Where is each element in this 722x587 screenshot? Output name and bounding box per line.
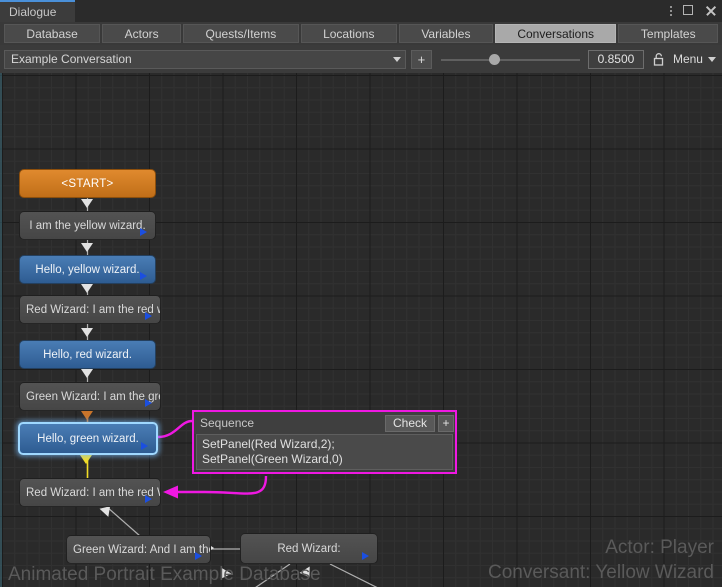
zoom-slider-handle[interactable] bbox=[489, 54, 501, 65]
conversation-select[interactable]: Example Conversation bbox=[4, 49, 406, 69]
tab-conversations-label: Conversations bbox=[517, 26, 595, 41]
watermark-database-name: Animated Portrait Example Database bbox=[8, 564, 321, 585]
tab-templates[interactable]: Templates bbox=[618, 24, 719, 43]
tab-actors-label: Actors bbox=[124, 26, 159, 41]
unlocked-padlock-icon[interactable] bbox=[651, 50, 667, 69]
main-tab-strip: Database Actors Quests/Items Locations V… bbox=[0, 22, 722, 45]
watermark-conversant-label: Conversant: Yellow Wizard bbox=[488, 562, 714, 583]
dialogue-node-player-selected[interactable]: Hello, green wizard. bbox=[18, 422, 158, 455]
node-text: Green Wizard: I am the gre bbox=[26, 390, 160, 403]
menu-button[interactable]: Menu bbox=[673, 50, 718, 69]
sequence-check-label: Check bbox=[392, 416, 427, 430]
tab-variables[interactable]: Variables bbox=[398, 24, 493, 43]
dialogue-node-start[interactable]: <START> bbox=[19, 169, 156, 198]
node-link-indicator-icon bbox=[140, 228, 147, 236]
sequence-panel-title: Sequence bbox=[200, 416, 255, 430]
node-link-indicator-icon bbox=[195, 552, 202, 560]
chevron-down-icon bbox=[392, 56, 401, 62]
node-text: Red Wizard: I am the red w bbox=[26, 303, 160, 316]
tab-templates-label: Templates bbox=[640, 26, 696, 41]
node-text: Hello, red wizard. bbox=[43, 348, 132, 361]
tab-database[interactable]: Database bbox=[4, 24, 101, 43]
conversation-toolbar: Example Conversation + 0.8500 Menu bbox=[0, 45, 722, 73]
node-link-indicator-icon bbox=[140, 272, 147, 280]
zoom-slider[interactable] bbox=[441, 50, 580, 69]
window-tab-dialogue[interactable]: Dialogue bbox=[0, 0, 75, 22]
node-text: Hello, yellow wizard. bbox=[35, 263, 140, 276]
maximize-icon[interactable] bbox=[683, 4, 696, 18]
node-link-indicator-icon bbox=[362, 552, 369, 560]
dialogue-node-canvas[interactable]: <START> I am the yellow wizard. Hello, y… bbox=[0, 73, 722, 587]
add-conversation-button[interactable]: + bbox=[410, 49, 433, 69]
link-arrowhead bbox=[81, 369, 93, 378]
link-arrowhead-yellow bbox=[80, 455, 92, 464]
tab-database-label: Database bbox=[26, 26, 78, 41]
chevron-down-icon bbox=[707, 56, 716, 62]
menu-button-label: Menu bbox=[672, 52, 703, 66]
conversation-select-value: Example Conversation bbox=[11, 52, 132, 66]
node-text: Red Wizard: I am the red W bbox=[26, 486, 160, 499]
sequence-panel[interactable]: Sequence Check + SetPanel(Red Wizard,2);… bbox=[192, 410, 457, 474]
add-conversation-label: + bbox=[417, 51, 426, 67]
canvas-left-border bbox=[0, 73, 2, 587]
dialogue-node-npc[interactable]: Red Wizard: bbox=[240, 533, 378, 564]
window-controls bbox=[668, 0, 718, 22]
zoom-value: 0.8500 bbox=[597, 52, 635, 66]
tab-quests-items[interactable]: Quests/Items bbox=[183, 24, 299, 43]
dialogue-node-npc[interactable]: I am the yellow wizard. bbox=[19, 211, 156, 240]
dialogue-node-player[interactable]: Hello, red wizard. bbox=[19, 340, 156, 369]
link-arrowhead bbox=[81, 243, 93, 252]
node-text: Red Wizard: bbox=[277, 542, 341, 555]
node-link-indicator-icon bbox=[141, 442, 148, 450]
dialogue-node-player[interactable]: Hello, yellow wizard. bbox=[19, 255, 156, 284]
dialogue-editor-window: Dialogue Database Actors Quests/Items Lo… bbox=[0, 0, 722, 587]
link-arrowhead bbox=[81, 284, 93, 293]
node-link-indicator-icon bbox=[145, 399, 152, 407]
sequence-check-button[interactable]: Check bbox=[384, 414, 435, 432]
tab-locations[interactable]: Locations bbox=[300, 24, 397, 43]
tab-variables-label: Variables bbox=[421, 26, 471, 41]
link-arrowhead bbox=[299, 566, 315, 581]
tab-actors[interactable]: Actors bbox=[102, 24, 182, 43]
link-arrowhead bbox=[216, 567, 232, 582]
zoom-value-field[interactable]: 0.8500 bbox=[587, 49, 645, 69]
window-title-bar: Dialogue bbox=[0, 0, 722, 22]
watermark-actor-label: Actor: Player bbox=[605, 537, 714, 558]
sequence-panel-header: Sequence Check + bbox=[194, 412, 455, 434]
link-arrowhead bbox=[81, 328, 93, 337]
close-icon[interactable] bbox=[705, 5, 718, 18]
window-tab-label: Dialogue bbox=[9, 5, 57, 19]
tab-locations-label: Locations bbox=[323, 26, 375, 41]
sequence-text-area[interactable]: SetPanel(Red Wizard,2); SetPanel(Green W… bbox=[196, 434, 453, 470]
kebab-icon[interactable] bbox=[668, 5, 674, 18]
tab-quests-items-label: Quests/Items bbox=[205, 26, 277, 41]
zoom-slider-track bbox=[441, 58, 580, 61]
link-arrowhead bbox=[81, 199, 93, 208]
dialogue-node-npc[interactable]: Green Wizard: And I am the bbox=[66, 535, 211, 564]
sequence-add-label: + bbox=[442, 416, 450, 430]
node-text: I am the yellow wizard. bbox=[29, 219, 146, 232]
dialogue-node-npc[interactable]: Red Wizard: I am the red W bbox=[19, 478, 161, 507]
sequence-add-button[interactable]: + bbox=[438, 414, 454, 432]
dialogue-node-npc[interactable]: Red Wizard: I am the red w bbox=[19, 295, 161, 324]
node-text: Hello, green wizard. bbox=[37, 432, 139, 445]
node-text: Green Wizard: And I am the bbox=[73, 543, 210, 556]
node-link-indicator-icon bbox=[145, 312, 152, 320]
link-arrowhead-orange bbox=[81, 411, 93, 420]
node-link-indicator-icon bbox=[145, 495, 152, 503]
dialogue-node-npc[interactable]: Green Wizard: I am the gre bbox=[19, 382, 161, 411]
tab-conversations[interactable]: Conversations bbox=[494, 24, 617, 43]
node-text: <START> bbox=[61, 177, 114, 190]
